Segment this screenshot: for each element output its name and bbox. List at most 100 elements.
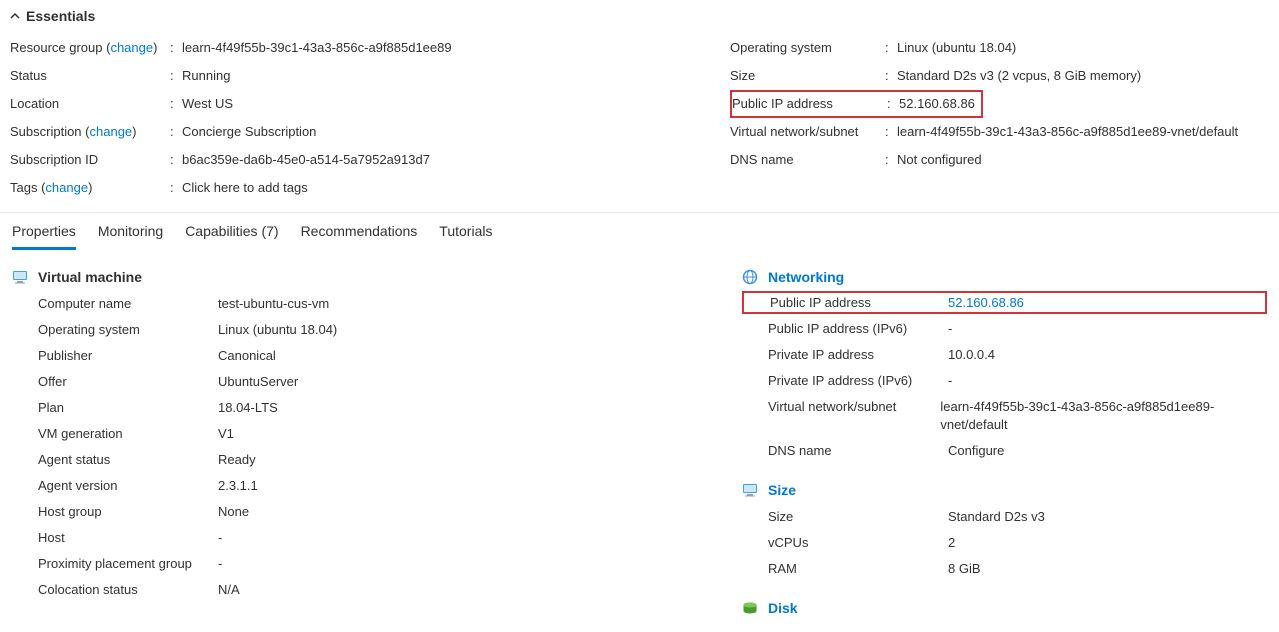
os-label: Operating system (730, 39, 885, 57)
offer-value: UbuntuServer (218, 373, 298, 391)
size-value: Standard D2s v3 (2 vcpus, 8 GiB memory) (897, 67, 1141, 85)
vm-os-label: Operating system (38, 321, 218, 339)
resource-group-value[interactable]: learn-4f49f55b-39c1-43a3-856c-a9f885d1ee… (182, 39, 452, 57)
ppg-label: Proximity placement group (38, 555, 218, 573)
host-group-label: Host group (38, 503, 218, 521)
resource-group-label: Resource group (10, 40, 103, 55)
dns-label: DNS name (730, 151, 885, 169)
separator: : (170, 151, 182, 169)
separator: : (170, 179, 182, 197)
separator: : (885, 39, 897, 57)
net-vnet-label: Virtual network/subnet (768, 398, 940, 434)
subscription-id-value: b6ac359e-da6b-45e0-a514-5a7952a913d7 (182, 151, 430, 169)
plan-value: 18.04-LTS (218, 399, 278, 417)
disk-icon (742, 600, 758, 616)
size-size-label: Size (768, 508, 948, 526)
separator: : (885, 67, 897, 85)
tab-recommendations[interactable]: Recommendations (301, 223, 418, 250)
size-label: Size (730, 67, 885, 85)
publisher-label: Publisher (38, 347, 218, 365)
agent-status-label: Agent status (38, 451, 218, 469)
size-icon (742, 482, 758, 498)
plan-label: Plan (38, 399, 218, 417)
publisher-value: Canonical (218, 347, 276, 365)
public-ip-highlight: Public IP address : 52.160.68.86 (730, 90, 983, 118)
tags-label: Tags (10, 180, 37, 195)
colocation-label: Colocation status (38, 581, 218, 599)
resource-group-change-link[interactable]: change (110, 40, 153, 55)
networking-icon (742, 269, 758, 285)
host-group-value[interactable]: None (218, 503, 249, 521)
ram-value: 8 GiB (948, 560, 981, 578)
agent-status-value: Ready (218, 451, 256, 469)
subscription-value[interactable]: Concierge Subscription (182, 123, 316, 141)
offer-label: Offer (38, 373, 218, 391)
ppg-value: - (218, 555, 222, 573)
separator: : (170, 123, 182, 141)
networking-section-title: Networking (768, 269, 844, 285)
computer-name-value: test-ubuntu-cus-vm (218, 295, 329, 313)
location-value: West US (182, 95, 233, 113)
essentials-panel: Resource group (change) : learn-4f49f55b… (0, 30, 1279, 213)
separator: : (885, 123, 897, 141)
separator: : (887, 95, 899, 113)
colocation-value: N/A (218, 581, 240, 599)
net-dns-label: DNS name (768, 442, 948, 460)
vm-os-value: Linux (ubuntu 18.04) (218, 321, 337, 339)
subscription-change-link[interactable]: change (90, 124, 133, 139)
vm-section-header: Virtual machine (12, 269, 742, 285)
disk-section-header[interactable]: Disk (742, 600, 1267, 616)
vm-section-title: Virtual machine (38, 269, 142, 285)
computer-name-label: Computer name (38, 295, 218, 313)
vm-gen-value: V1 (218, 425, 234, 443)
subscription-id-label: Subscription ID (10, 151, 170, 169)
net-vnet-value[interactable]: learn-4f49f55b-39c1-43a3-856c-a9f885d1ee… (940, 398, 1267, 434)
vm-gen-label: VM generation (38, 425, 218, 443)
vnet-value[interactable]: learn-4f49f55b-39c1-43a3-856c-a9f885d1ee… (897, 123, 1238, 141)
tab-tutorials[interactable]: Tutorials (439, 223, 492, 250)
net-private-ip-value: 10.0.0.4 (948, 346, 995, 364)
net-public-ip6-value: - (948, 320, 952, 338)
vcpus-value: 2 (948, 534, 955, 552)
vcpus-label: vCPUs (768, 534, 948, 552)
separator: : (170, 39, 182, 57)
size-size-value: Standard D2s v3 (948, 508, 1045, 526)
tags-change-link[interactable]: change (45, 180, 88, 195)
tab-properties[interactable]: Properties (12, 223, 76, 250)
separator: : (885, 151, 897, 169)
status-label: Status (10, 67, 170, 85)
tabs: Properties Monitoring Capabilities (7) R… (0, 213, 1279, 251)
net-private-ip6-label: Private IP address (IPv6) (768, 372, 948, 390)
vm-icon (12, 269, 28, 285)
essentials-toggle[interactable]: Essentials (0, 0, 1279, 30)
ram-label: RAM (768, 560, 948, 578)
separator: : (170, 67, 182, 85)
subscription-label: Subscription (10, 124, 82, 139)
size-section-header[interactable]: Size (742, 482, 1267, 498)
chevron-up-icon (10, 11, 20, 21)
essentials-title: Essentials (26, 8, 95, 24)
net-private-ip6-value: - (948, 372, 952, 390)
net-dns-value[interactable]: Configure (948, 442, 1004, 460)
dns-value[interactable]: Not configured (897, 151, 982, 169)
public-ip-value[interactable]: 52.160.68.86 (899, 95, 975, 113)
disk-section-title: Disk (768, 600, 798, 616)
vnet-label: Virtual network/subnet (730, 123, 885, 141)
tab-monitoring[interactable]: Monitoring (98, 223, 163, 250)
host-label: Host (38, 529, 218, 547)
tags-add-link[interactable]: Click here to add tags (182, 179, 308, 197)
net-public-ip-value[interactable]: 52.160.68.86 (948, 295, 1024, 310)
tab-capabilities[interactable]: Capabilities (7) (185, 223, 278, 250)
os-value: Linux (ubuntu 18.04) (897, 39, 1016, 57)
networking-section-header[interactable]: Networking (742, 269, 1267, 285)
agent-version-value: 2.3.1.1 (218, 477, 258, 495)
net-public-ip-highlight: Public IP address 52.160.68.86 (742, 291, 1267, 314)
net-public-ip6-label: Public IP address (IPv6) (768, 320, 948, 338)
status-value: Running (182, 67, 230, 85)
net-private-ip-label: Private IP address (768, 346, 948, 364)
size-section-title: Size (768, 482, 796, 498)
public-ip-label: Public IP address (732, 95, 887, 113)
host-value: - (218, 529, 222, 547)
separator: : (170, 95, 182, 113)
location-label: Location (10, 95, 170, 113)
